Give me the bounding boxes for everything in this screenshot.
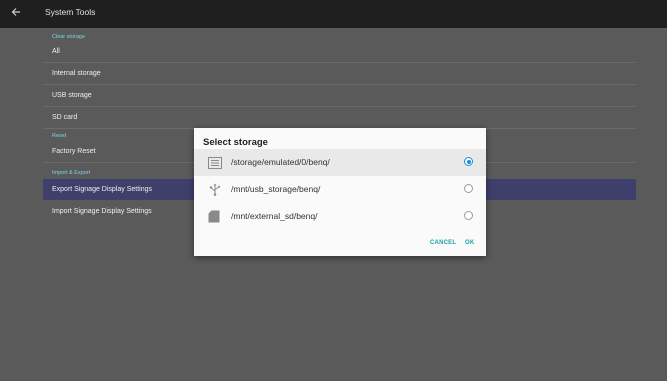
sd-card-icon <box>208 210 222 223</box>
row-label: SD card <box>52 114 78 121</box>
radio-selected[interactable] <box>464 157 473 166</box>
row-internal-storage[interactable]: Internal storage <box>43 63 636 85</box>
storage-path: /mnt/external_sd/benq/ <box>231 211 318 221</box>
ok-button[interactable]: OK <box>465 240 474 246</box>
dialog-title: Select storage <box>203 137 268 148</box>
storage-option-internal[interactable]: /storage/emulated/0/benq/ <box>194 149 486 176</box>
page-title: System Tools <box>45 7 96 17</box>
row-label: Internal storage <box>52 70 101 77</box>
row-label: Factory Reset <box>52 148 96 155</box>
cancel-button[interactable]: CANCEL <box>430 240 456 246</box>
row-label: All <box>52 48 60 55</box>
usb-icon <box>208 183 222 196</box>
radio-unselected[interactable] <box>464 184 473 193</box>
row-label: USB storage <box>52 92 92 99</box>
row-label: Import Signage Display Settings <box>52 208 152 215</box>
select-storage-dialog: Select storage /storage/emulated/0/benq/ <box>194 128 486 256</box>
section-header-import-export: Import & Export <box>52 170 91 176</box>
storage-option-sd[interactable]: /mnt/external_sd/benq/ <box>194 203 486 230</box>
row-usb-storage[interactable]: USB storage <box>43 85 636 107</box>
internal-storage-icon <box>208 156 222 169</box>
row-all[interactable]: All <box>43 41 636 63</box>
row-label: Export Signage Display Settings <box>52 186 152 193</box>
storage-option-usb[interactable]: /mnt/usb_storage/benq/ <box>194 176 486 203</box>
storage-path: /storage/emulated/0/benq/ <box>231 157 330 167</box>
section-header-clear-storage: Clear storage <box>52 34 86 40</box>
app-bar: System Tools <box>0 0 667 28</box>
section-header-reset: Reset <box>52 133 67 139</box>
row-sd-card[interactable]: SD card <box>43 107 636 129</box>
radio-unselected[interactable] <box>464 211 473 220</box>
storage-path: /mnt/usb_storage/benq/ <box>231 184 321 194</box>
arrow-left-icon[interactable] <box>10 6 24 20</box>
